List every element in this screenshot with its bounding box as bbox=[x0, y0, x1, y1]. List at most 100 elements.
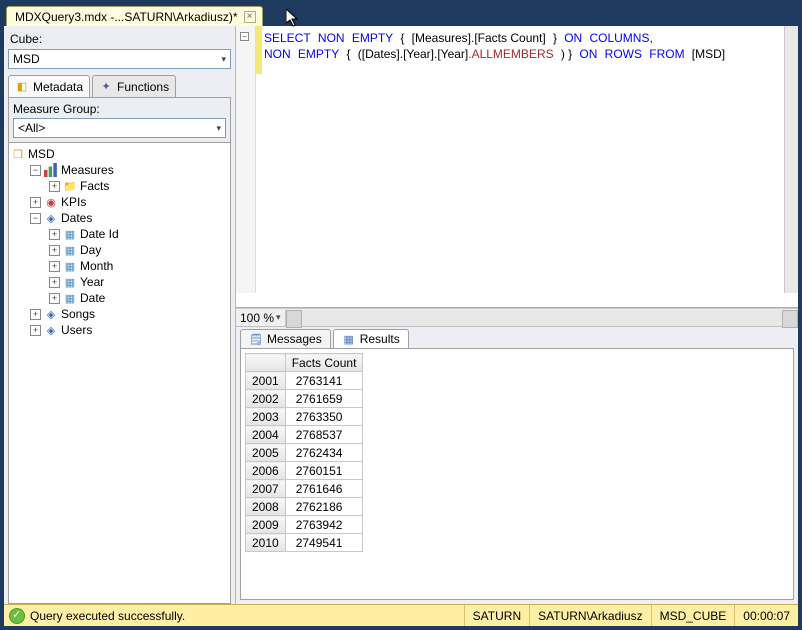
document-tab[interactable]: MDXQuery3.mdx -...SATURN\Arkadiusz)* × bbox=[6, 6, 263, 26]
table-row: 20032763350 bbox=[246, 408, 363, 426]
status-user: SATURN\Arkadiusz bbox=[529, 605, 650, 626]
mdx-editor[interactable]: − ⇕ SELECT NON EMPTY { [Measures].[Facts… bbox=[236, 26, 798, 308]
table-row: 20052762434 bbox=[246, 444, 363, 462]
tab-metadata-label: Metadata bbox=[33, 80, 83, 94]
tab-functions[interactable]: ✦ Functions bbox=[92, 75, 176, 97]
expand-icon[interactable]: + bbox=[49, 229, 60, 240]
cell[interactable]: 2761659 bbox=[285, 390, 363, 408]
results-tabbar: 🗒 Messages ▦ Results bbox=[236, 326, 798, 348]
row-header[interactable]: 2003 bbox=[246, 408, 286, 426]
measure-group-area: Measure Group: <All> ▾ bbox=[8, 97, 231, 143]
status-message: Query executed successfully. bbox=[30, 609, 464, 623]
cell[interactable]: 2763350 bbox=[285, 408, 363, 426]
change-marker bbox=[256, 26, 262, 74]
cube-icon: ◧ bbox=[15, 80, 29, 94]
tree-dates[interactable]: Dates bbox=[61, 211, 92, 225]
tab-metadata[interactable]: ◧ Metadata bbox=[8, 75, 90, 97]
status-db: MSD_CUBE bbox=[651, 605, 735, 626]
tree-attr[interactable]: Day bbox=[80, 243, 101, 257]
expand-icon[interactable]: + bbox=[30, 325, 41, 336]
close-icon[interactable]: × bbox=[244, 11, 256, 23]
expand-icon[interactable]: + bbox=[49, 181, 60, 192]
expand-icon[interactable]: + bbox=[49, 293, 60, 304]
chevron-down-icon: ▾ bbox=[276, 312, 281, 323]
cube-label: Cube: bbox=[8, 30, 231, 49]
cell[interactable]: 2768537 bbox=[285, 426, 363, 444]
cell[interactable]: 2762434 bbox=[285, 444, 363, 462]
status-bar: Query executed successfully. SATURN SATU… bbox=[4, 604, 798, 626]
tab-results[interactable]: ▦ Results bbox=[333, 329, 409, 348]
results-grid-container: Facts Count 20012763141 20022761659 2003… bbox=[240, 348, 794, 600]
column-header[interactable]: Facts Count bbox=[285, 354, 363, 372]
expand-icon[interactable]: + bbox=[49, 277, 60, 288]
collapse-icon[interactable]: − bbox=[30, 213, 41, 224]
table-row: 20082762186 bbox=[246, 498, 363, 516]
cell[interactable]: 2760151 bbox=[285, 462, 363, 480]
table-row: 20062760151 bbox=[246, 462, 363, 480]
measure-group-value: <All> bbox=[18, 121, 45, 135]
tree-users[interactable]: Users bbox=[61, 323, 92, 337]
horizontal-scrollbar[interactable] bbox=[285, 310, 798, 326]
tab-results-label: Results bbox=[360, 332, 400, 346]
editor-zoombar: 100 % ▾ bbox=[236, 308, 798, 326]
results-grid[interactable]: Facts Count 20012763141 20022761659 2003… bbox=[245, 353, 363, 552]
expand-icon[interactable]: + bbox=[49, 245, 60, 256]
cell[interactable]: 2762186 bbox=[285, 498, 363, 516]
tree-attr[interactable]: Date bbox=[80, 291, 105, 305]
vertical-scrollbar[interactable] bbox=[784, 26, 798, 293]
collapse-icon[interactable]: − bbox=[30, 165, 41, 176]
row-header[interactable]: 2008 bbox=[246, 498, 286, 516]
measure-group-select[interactable]: <All> ▾ bbox=[13, 118, 226, 138]
tree-songs[interactable]: Songs bbox=[61, 307, 95, 321]
row-header[interactable]: 2002 bbox=[246, 390, 286, 408]
measures-icon bbox=[44, 163, 58, 177]
cube-select[interactable]: MSD ▾ bbox=[8, 49, 231, 69]
status-time: 00:00:07 bbox=[734, 605, 798, 626]
tree-kpis[interactable]: KPIs bbox=[61, 195, 86, 209]
row-header[interactable]: 2007 bbox=[246, 480, 286, 498]
attribute-icon: ▦ bbox=[63, 259, 77, 273]
tree-attr[interactable]: Date Id bbox=[80, 227, 119, 241]
row-header[interactable]: 2001 bbox=[246, 372, 286, 390]
cube-tree[interactable]: ❒MSD − Measures +📁Facts +◉KPIs −◈Dates +… bbox=[8, 143, 231, 604]
cube-select-value: MSD bbox=[13, 52, 40, 66]
tree-attr[interactable]: Month bbox=[80, 259, 113, 273]
zoom-value: 100 % bbox=[240, 311, 274, 325]
dimension-icon: ◈ bbox=[44, 307, 58, 321]
document-tabbar: MDXQuery3.mdx -...SATURN\Arkadiusz)* × bbox=[4, 4, 798, 26]
table-row: 20022761659 bbox=[246, 390, 363, 408]
row-header[interactable]: 2005 bbox=[246, 444, 286, 462]
status-server: SATURN bbox=[464, 605, 529, 626]
measure-group-label: Measure Group: bbox=[13, 102, 226, 116]
tree-facts[interactable]: Facts bbox=[80, 179, 109, 193]
expand-icon[interactable]: + bbox=[30, 197, 41, 208]
chevron-down-icon: ▾ bbox=[216, 123, 221, 134]
results-icon: ▦ bbox=[342, 332, 356, 346]
cell[interactable]: 2763942 bbox=[285, 516, 363, 534]
tab-functions-label: Functions bbox=[117, 80, 169, 94]
row-header[interactable]: 2004 bbox=[246, 426, 286, 444]
code-text: SELECT NON EMPTY { [Measures].[Facts Cou… bbox=[264, 30, 784, 293]
table-row: 20102749541 bbox=[246, 534, 363, 552]
metadata-pane: Cube: MSD ▾ ◧ Metadata ✦ Functions Measu… bbox=[4, 26, 236, 604]
cell[interactable]: 2749541 bbox=[285, 534, 363, 552]
tab-messages[interactable]: 🗒 Messages bbox=[240, 329, 331, 348]
table-row: 20012763141 bbox=[246, 372, 363, 390]
zoom-select[interactable]: 100 % ▾ bbox=[236, 311, 285, 325]
cell[interactable]: 2761646 bbox=[285, 480, 363, 498]
cell[interactable]: 2763141 bbox=[285, 372, 363, 390]
messages-icon: 🗒 bbox=[249, 332, 263, 346]
tree-attr[interactable]: Year bbox=[80, 275, 104, 289]
row-header[interactable]: 2010 bbox=[246, 534, 286, 552]
table-row: 20072761646 bbox=[246, 480, 363, 498]
outline-collapse-icon[interactable]: − bbox=[240, 32, 249, 41]
expand-icon[interactable]: + bbox=[49, 261, 60, 272]
tree-measures[interactable]: Measures bbox=[61, 163, 114, 177]
success-icon bbox=[9, 608, 25, 624]
attribute-icon: ▦ bbox=[63, 275, 77, 289]
tree-root[interactable]: MSD bbox=[28, 147, 55, 161]
expand-icon[interactable]: + bbox=[30, 309, 41, 320]
row-header[interactable]: 2009 bbox=[246, 516, 286, 534]
row-header[interactable]: 2006 bbox=[246, 462, 286, 480]
dimension-icon: ◈ bbox=[44, 323, 58, 337]
